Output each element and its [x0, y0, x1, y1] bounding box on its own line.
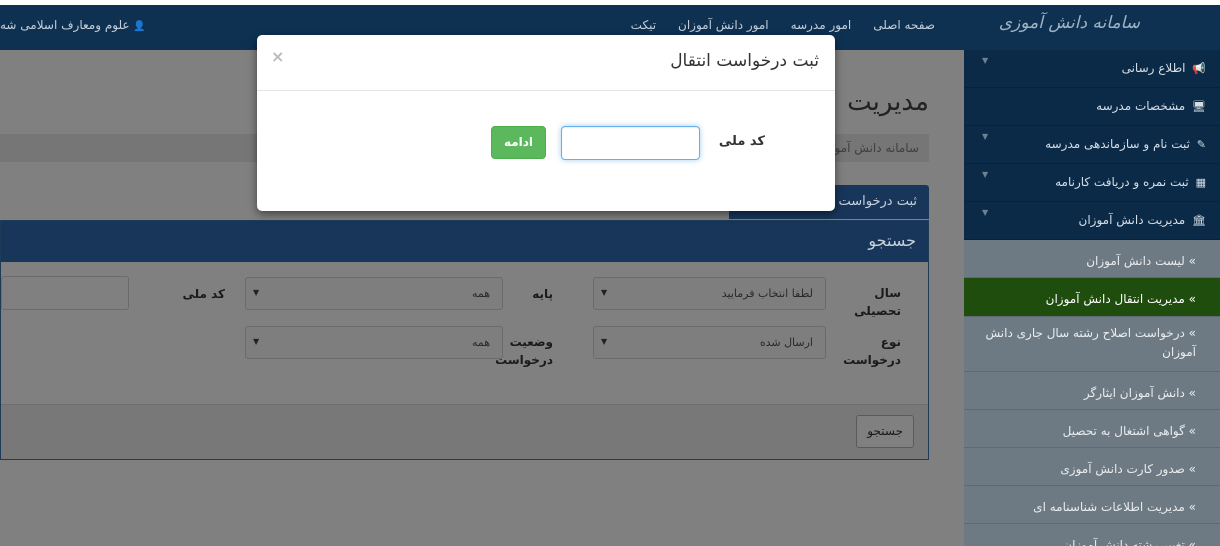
nav-student-affairs[interactable]: امور دانش آموزان: [678, 18, 769, 32]
panel-footer: جستجو: [1, 404, 928, 459]
breadcrumb-link[interactable]: سامانه دانش آموز: [829, 141, 919, 155]
bank-icon: 🏛: [1192, 214, 1206, 227]
sidebar-subitem-veteran-students[interactable]: » دانش آموزان ایثارگر: [964, 372, 1220, 410]
year-select[interactable]: لطفا انتخاب فرمایید ▼: [593, 277, 826, 310]
national-code-field-label: کد ملی: [718, 134, 765, 149]
monitor-icon: 🖥: [1192, 100, 1206, 113]
user-name: علوم ومعارف اسلامی شه: [0, 18, 130, 32]
chevron-down-icon: ▼: [982, 56, 989, 65]
sidebar-item-student-management[interactable]: 🏛 مدیریت دانش آموزان ▼: [964, 202, 1220, 240]
top-nav: صفحه اصلی امور مدرسه امور دانش آموزان تی…: [631, 18, 935, 32]
nav-home[interactable]: صفحه اصلی: [873, 18, 935, 32]
nav-ticket[interactable]: تیکت: [631, 18, 656, 32]
sidebar-item-school-info[interactable]: 🖥 مشخصات مدرسه: [964, 88, 1220, 126]
modal-header: ثبت درخواست انتقال ×: [257, 35, 835, 91]
chevron-down-icon: ▼: [982, 208, 989, 217]
transfer-request-modal: ثبت درخواست انتقال × کد ملی ادامه: [257, 35, 835, 211]
chevron-down-icon: ▼: [982, 132, 989, 141]
sidebar-subitem-change-field[interactable]: » تغییر رشته دانش آموزان: [964, 524, 1220, 546]
nav-school-affairs[interactable]: امور مدرسه: [791, 18, 852, 32]
request-status-label: وضعیت درخواست: [495, 335, 553, 367]
sidebar-item-registration[interactable]: ✎ ثبت نام و سازماندهی مدرسه ▼: [964, 126, 1220, 164]
sidebar-item-label: مشخصات مدرسه: [1096, 99, 1186, 113]
edit-icon: ✎: [1196, 138, 1206, 151]
sidebar-subitem-student-list[interactable]: » لیست دانش آموزان: [964, 240, 1220, 278]
sidebar-item-label: اطلاع رسانی: [1121, 61, 1186, 75]
bullhorn-icon: 📢: [1192, 62, 1206, 75]
user-icon: 👤: [133, 21, 146, 32]
close-icon[interactable]: ×: [271, 47, 284, 66]
national-code-input[interactable]: [1, 276, 129, 310]
sidebar-item-label: ثبت نام و سازماندهی مدرسه: [1045, 137, 1190, 151]
request-status-value: همه: [471, 336, 490, 349]
brand-logo[interactable]: سامانه دانش آموزی: [999, 13, 1140, 33]
grid-icon: ▦: [1195, 176, 1206, 189]
national-code-field[interactable]: [561, 126, 700, 160]
sidebar-item-announcements[interactable]: 📢 اطلاع رسانی ▼: [964, 50, 1220, 88]
request-type-label: نوع درخواست: [843, 335, 901, 367]
sidebar-subitem-field-correction[interactable]: » درخواست اصلاح رشته سال جاری دانش آموزا…: [964, 317, 1220, 372]
chevron-down-icon: ▼: [253, 288, 260, 297]
request-type-select[interactable]: ارسال شده ▼: [593, 326, 826, 359]
sidebar-subitem-enrollment-certificate[interactable]: » گواهی اشتغال به تحصیل: [964, 410, 1220, 448]
request-status-select[interactable]: همه ▼: [245, 326, 503, 359]
chevron-down-icon: ▼: [982, 170, 989, 179]
year-select-value: لطفا انتخاب فرمایید: [721, 287, 813, 300]
sidebar-subitem-identity-info[interactable]: » مدیریت اطلاعات شناسنامه ای: [964, 486, 1220, 524]
chevron-down-icon: ▼: [601, 337, 608, 346]
chevron-down-icon: ▼: [601, 288, 608, 297]
panel-title: جستجو: [1, 221, 928, 262]
sidebar-item-label: ثبت نمره و دریافت کارنامه: [1055, 175, 1189, 189]
national-code-label: کد ملی: [182, 287, 225, 301]
sidebar: 📢 اطلاع رسانی ▼ 🖥 مشخصات مدرسه ✎ ثبت نام…: [964, 50, 1220, 546]
user-menu[interactable]: 👤 علوم ومعارف اسلامی شه: [0, 18, 146, 32]
year-label: سال تحصیلی: [854, 286, 901, 318]
grade-select[interactable]: همه ▼: [245, 277, 503, 310]
search-panel: جستجو سال تحصیلی لطفا انتخاب فرمایید ▼ پ…: [0, 220, 929, 460]
search-button[interactable]: جستجو: [856, 415, 914, 448]
continue-button[interactable]: ادامه: [491, 126, 546, 159]
request-type-value: ارسال شده: [759, 336, 813, 349]
modal-title: ثبت درخواست انتقال: [670, 51, 819, 71]
chevron-down-icon: ▼: [253, 337, 260, 346]
sidebar-item-grades[interactable]: ▦ ثبت نمره و دریافت کارنامه ▼: [964, 164, 1220, 202]
sidebar-subitem-student-card[interactable]: » صدور کارت دانش آموزی: [964, 448, 1220, 486]
grade-select-value: همه: [471, 287, 490, 300]
page-title: مدیریت: [847, 87, 929, 117]
sidebar-subitem-transfer-management[interactable]: » مدیریت انتقال دانش آموزان: [964, 278, 1220, 317]
sidebar-item-label: مدیریت دانش آموزان: [1078, 213, 1186, 227]
grade-label: پایه: [532, 287, 553, 301]
